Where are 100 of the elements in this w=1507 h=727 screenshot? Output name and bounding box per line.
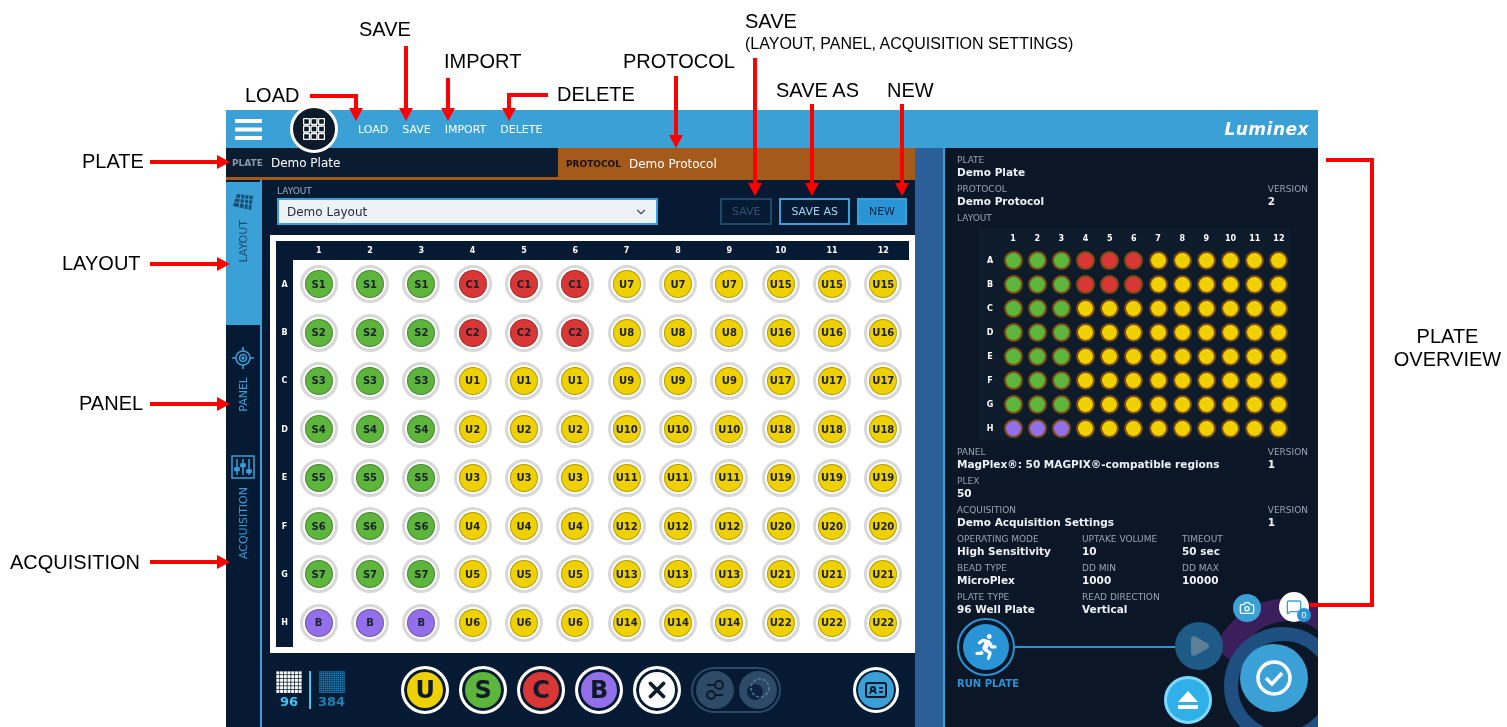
well[interactable]: U18 [761,410,800,449]
well[interactable]: U7 [607,265,646,304]
layout-action-button[interactable]: NEW [856,198,907,225]
well[interactable]: U9 [710,361,749,400]
well[interactable]: U17 [761,361,800,400]
well[interactable]: U5 [556,555,595,594]
well[interactable]: U1 [505,361,543,400]
well[interactable]: B [299,603,338,642]
well[interactable]: S1 [402,265,441,304]
well[interactable]: C2 [556,313,595,352]
well[interactable]: S3 [402,361,441,400]
well-type-button[interactable]: B [575,666,624,714]
plate-grid-button[interactable] [290,105,338,153]
well[interactable]: U22 [864,603,903,642]
well-type-button[interactable]: C [517,666,566,714]
well[interactable]: U17 [813,361,851,400]
well[interactable]: U4 [556,507,595,546]
well[interactable]: S3 [351,361,389,400]
well[interactable]: U21 [813,555,851,594]
well[interactable]: S7 [351,555,389,594]
well[interactable]: U8 [710,313,749,352]
well[interactable]: U22 [761,603,800,642]
well[interactable]: S1 [299,265,338,304]
well[interactable]: U12 [659,507,697,546]
well[interactable]: U19 [813,458,851,497]
bead-button[interactable] [738,671,777,709]
well[interactable]: U8 [659,313,697,352]
plate-format-button[interactable]: 384 [318,671,346,709]
well-type-button[interactable]: U [401,666,450,714]
well[interactable]: U16 [813,313,851,352]
well[interactable]: U15 [813,265,851,304]
well[interactable]: U15 [761,265,800,304]
well[interactable]: U19 [864,458,903,497]
well[interactable]: U14 [607,603,646,642]
confirm-button[interactable] [1240,644,1308,712]
sidebar-tab[interactable]: PANEL [226,337,260,433]
well[interactable]: S2 [299,313,338,352]
well[interactable]: S5 [351,458,389,497]
well[interactable]: U14 [659,603,697,642]
sidebar-tab[interactable]: ACQUISITION [226,445,260,570]
well[interactable]: U11 [710,458,749,497]
well[interactable]: U7 [659,265,697,304]
well[interactable]: U7 [710,265,749,304]
well[interactable]: S5 [402,458,441,497]
well[interactable]: U17 [864,361,903,400]
well[interactable]: S4 [402,410,441,449]
well[interactable]: U4 [453,507,492,546]
well[interactable]: U1 [453,361,492,400]
well[interactable]: B [351,603,389,642]
well[interactable]: U3 [505,458,543,497]
well[interactable]: U13 [659,555,697,594]
well[interactable]: U14 [710,603,749,642]
well[interactable]: U11 [607,458,646,497]
well[interactable]: U2 [505,410,543,449]
well[interactable]: C1 [505,265,543,304]
well[interactable]: U13 [607,555,646,594]
well[interactable]: U13 [710,555,749,594]
well[interactable]: U15 [864,265,903,304]
well[interactable]: U19 [761,458,800,497]
well[interactable]: U18 [813,410,851,449]
well[interactable]: S2 [351,313,389,352]
well[interactable]: S2 [402,313,441,352]
well[interactable]: U3 [556,458,595,497]
well[interactable]: S7 [299,555,338,594]
well[interactable]: S1 [351,265,389,304]
well[interactable]: S3 [299,361,338,400]
well[interactable]: U4 [505,507,543,546]
well[interactable]: U3 [453,458,492,497]
well[interactable]: B [402,603,441,642]
eject-button[interactable] [1164,676,1212,724]
well[interactable]: U10 [710,410,749,449]
well[interactable]: U11 [659,458,697,497]
well[interactable]: U9 [607,361,646,400]
well[interactable]: U5 [505,555,543,594]
well-type-button[interactable]: S [459,666,508,714]
well[interactable]: U20 [813,507,851,546]
well[interactable]: U18 [864,410,903,449]
well[interactable]: U10 [659,410,697,449]
well[interactable]: U5 [453,555,492,594]
menu-icon[interactable] [235,118,262,140]
well[interactable]: U22 [813,603,851,642]
well[interactable]: S6 [402,507,441,546]
plate-format-button[interactable]: 96 [276,671,302,709]
clear-button[interactable] [633,666,682,714]
well[interactable]: U21 [761,555,800,594]
well[interactable]: U20 [864,507,903,546]
well[interactable]: S4 [351,410,389,449]
well[interactable]: U1 [556,361,595,400]
well[interactable]: U12 [607,507,646,546]
well[interactable]: C2 [453,313,492,352]
well[interactable]: U12 [710,507,749,546]
run-plate-button[interactable] [957,618,1015,676]
well[interactable]: C1 [453,265,492,304]
well[interactable]: U9 [659,361,697,400]
well[interactable]: U6 [556,603,595,642]
layout-select[interactable]: Demo Layout [277,198,658,225]
well[interactable]: S5 [299,458,338,497]
layout-action-button[interactable]: SAVE AS [779,198,850,225]
well[interactable]: U6 [453,603,492,642]
well[interactable]: U20 [761,507,800,546]
